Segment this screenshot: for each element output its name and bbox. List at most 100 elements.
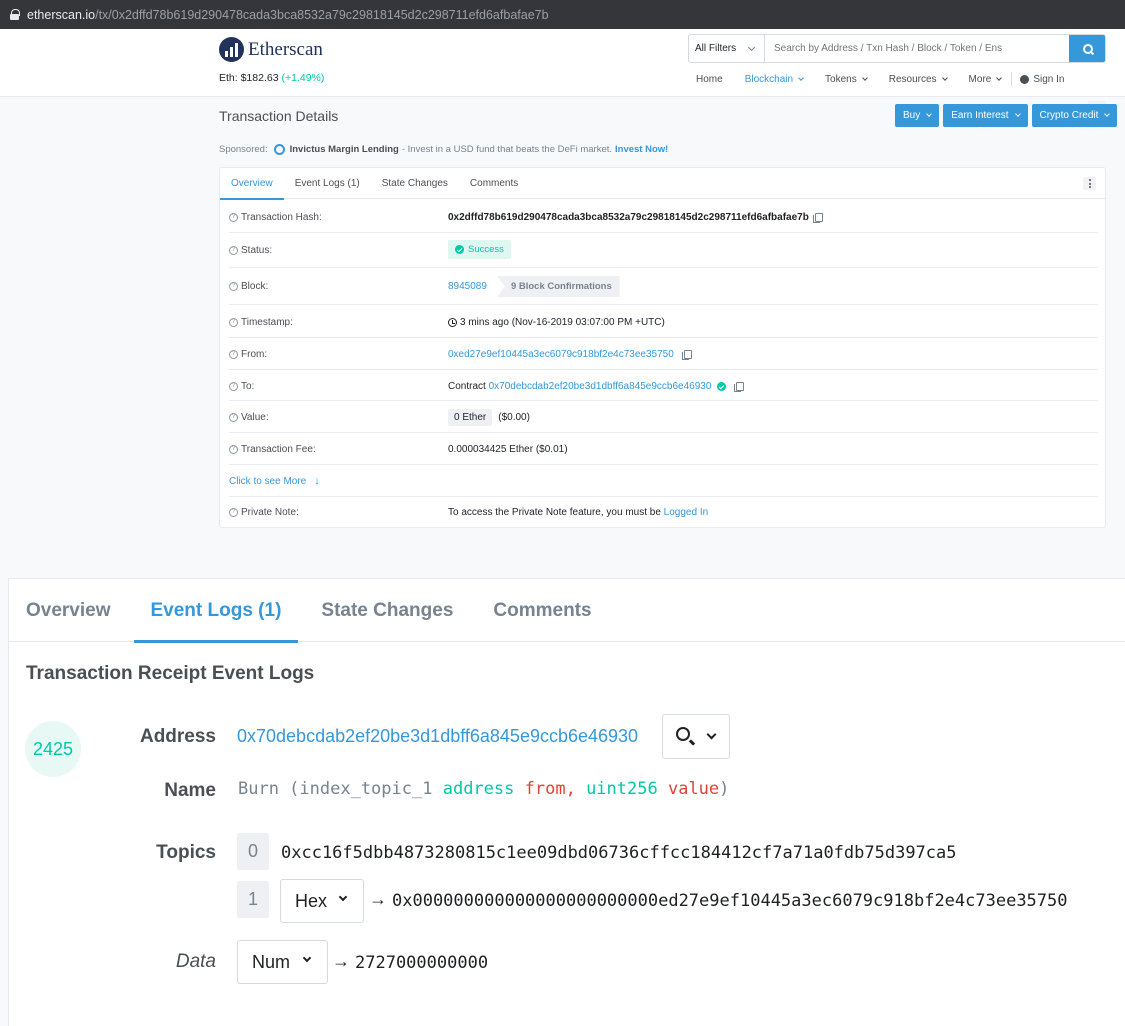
tab-event-logs[interactable]: Event Logs (1) xyxy=(133,579,299,643)
zoom-in-icon xyxy=(676,727,690,741)
site-header: Etherscan Eth: $182.63 (+1.49%) All Filt… xyxy=(0,29,1125,119)
tab-comments[interactable]: Comments xyxy=(459,168,529,199)
help-icon: ? xyxy=(229,508,238,517)
help-icon: ? xyxy=(229,318,238,327)
earn-interest-button[interactable]: Earn Interest xyxy=(943,104,1028,127)
arrow-right-icon: → xyxy=(332,951,350,971)
help-icon: ? xyxy=(229,445,238,454)
log-index-badge: 2425 xyxy=(25,721,81,777)
zoom-tabs: Overview Event Logs (1) State Changes Co… xyxy=(9,579,1125,643)
data-format-select[interactable]: Num xyxy=(237,940,328,984)
topic-value: 0xcc16f5dbb4873280815c1ee09dbd06736cffcc… xyxy=(281,843,957,863)
help-icon: ? xyxy=(229,213,238,222)
tab-comments[interactable]: Comments xyxy=(476,579,608,642)
sponsor-cta-link[interactable]: Invest Now! xyxy=(615,144,668,155)
row-block: ? Block: 8945089 9 Block Confirmations xyxy=(229,268,1098,305)
name-label: Name xyxy=(164,780,216,801)
main-nav: Home Blockchain Tokens Resources More Si… xyxy=(696,72,1086,86)
url-path: /tx/0x2dffd78b619d290478cada3bca8532a79c… xyxy=(95,7,549,22)
search-button[interactable] xyxy=(1069,35,1105,62)
topic-index: 1 xyxy=(237,881,269,918)
copy-icon[interactable] xyxy=(681,350,692,360)
nav-blockchain[interactable]: Blockchain xyxy=(745,72,804,86)
chevron-down-icon xyxy=(861,74,868,81)
row-timestamp: ? Timestamp: 3 mins ago (Nov-16-2019 03:0… xyxy=(229,305,1098,338)
tab-state-changes[interactable]: State Changes xyxy=(304,579,470,642)
help-icon: ? xyxy=(229,350,238,359)
sponsored-banner: Sponsored: Invictus Margin Lending - Inv… xyxy=(219,144,669,155)
search-bar: All Filters xyxy=(688,34,1106,63)
tab-overview[interactable]: Overview xyxy=(220,168,284,200)
tx-hash-value: 0x2dffd78b619d290478cada3bca8532a79c2981… xyxy=(448,212,809,223)
chevron-down-icon xyxy=(302,953,312,963)
value-usd: ($0.00) xyxy=(498,412,530,423)
card-tabs: Overview Event Logs (1) State Changes Co… xyxy=(220,168,1105,200)
sponsor-icon xyxy=(273,144,285,155)
value-ether: 0 Ether xyxy=(448,409,493,426)
crypto-credit-button[interactable]: Crypto Credit xyxy=(1031,104,1118,127)
help-icon: ? xyxy=(229,413,238,422)
chevron-down-icon xyxy=(996,74,1003,81)
event-logs-title: Transaction Receipt Event Logs xyxy=(26,663,315,684)
copy-icon[interactable] xyxy=(812,213,823,223)
search-input[interactable] xyxy=(765,35,1069,62)
row-see-more: Click to see More ↓ xyxy=(229,465,1098,497)
topic-format-select[interactable]: Hex xyxy=(280,879,364,923)
event-signature: Burn (index_topic_1 address from, uint25… xyxy=(238,779,730,799)
see-more-link[interactable]: Click to see More ↓ xyxy=(229,475,320,487)
fee-value: 0.000034425 Ether ($0.01) xyxy=(448,444,568,455)
clock-icon xyxy=(448,318,457,327)
chevron-down-icon xyxy=(1014,111,1021,117)
url-host: etherscan.io xyxy=(27,7,96,22)
chevron-down-icon xyxy=(338,892,348,902)
timestamp-value: 3 mins ago (Nov-16-2019 03:07:00 PM +UTC… xyxy=(460,317,665,328)
nav-tokens[interactable]: Tokens xyxy=(825,72,868,86)
browser-address-bar[interactable]: etherscan.io/tx/0x2dffd78b619d290478cada… xyxy=(0,0,1125,29)
transaction-details-card: Overview Event Logs (1) State Changes Co… xyxy=(219,167,1106,528)
chevron-down-icon xyxy=(747,43,756,52)
check-circle-icon xyxy=(455,245,464,254)
sign-in-link[interactable]: Sign In xyxy=(1020,72,1064,86)
arrow-right-icon: → xyxy=(369,889,387,909)
search-filter-select[interactable]: All Filters xyxy=(689,35,765,62)
logo-text: Etherscan xyxy=(248,38,323,60)
data-value: 2727000000000 xyxy=(355,953,489,973)
help-icon: ? xyxy=(229,246,238,255)
to-contract-link[interactable]: 0x70debcdab2ef20be3d1dbff6a845e9ccb6e469… xyxy=(489,381,712,392)
copy-icon[interactable] xyxy=(734,382,745,392)
tab-event-logs[interactable]: Event Logs (1) xyxy=(284,168,371,199)
action-buttons: Buy Earn Interest Crypto Credit xyxy=(895,104,1121,127)
logged-in-link[interactable]: Logged In xyxy=(664,507,709,518)
verified-check-icon xyxy=(717,382,727,391)
tab-state-changes[interactable]: State Changes xyxy=(371,168,459,199)
help-icon: ? xyxy=(229,382,238,391)
address-lookup-dropdown[interactable] xyxy=(662,714,730,759)
topic-index: 0 xyxy=(237,833,269,870)
nav-home[interactable]: Home xyxy=(696,72,723,86)
nav-divider xyxy=(1011,72,1013,86)
log-address-link[interactable]: 0x70debcdab2ef20be3d1dbff6a845e9ccb6e469… xyxy=(237,726,638,747)
nav-more[interactable]: More xyxy=(969,72,1003,86)
page-title: Transaction Details xyxy=(219,108,339,124)
topics-label: Topics xyxy=(156,842,216,863)
eth-price-change: (+1.49%) xyxy=(281,72,325,84)
tab-overview[interactable]: Overview xyxy=(9,579,128,642)
address-label: Address xyxy=(139,726,216,747)
block-link[interactable]: 8945089 xyxy=(448,281,487,292)
more-options-icon[interactable] xyxy=(1083,177,1096,190)
from-address-link[interactable]: 0xed27e9ef10445a3ec6079c918bf2e4c73ee357… xyxy=(448,349,674,360)
etherscan-logo-icon xyxy=(219,37,244,62)
nav-resources[interactable]: Resources xyxy=(889,72,948,86)
row-from: ? From: 0xed27e9ef10445a3ec6079c918bf2e4c… xyxy=(229,338,1098,370)
status-badge: Success xyxy=(448,240,511,259)
chevron-down-icon xyxy=(1104,111,1111,117)
etherscan-logo[interactable]: Etherscan xyxy=(219,37,323,62)
row-value: ? Value: 0 Ether ($0.00) xyxy=(229,401,1098,433)
buy-button[interactable]: Buy xyxy=(895,104,940,127)
row-tx-hash: ? Transaction Hash: 0x2dffd78b619d290478c… xyxy=(229,199,1098,233)
row-private-note: ? Private Note: To access the Private Not… xyxy=(229,497,1098,527)
data-label: Data xyxy=(175,951,216,972)
chevron-down-icon xyxy=(926,111,933,117)
row-status: ? Status: Success xyxy=(229,233,1098,268)
lock-icon xyxy=(10,9,20,20)
